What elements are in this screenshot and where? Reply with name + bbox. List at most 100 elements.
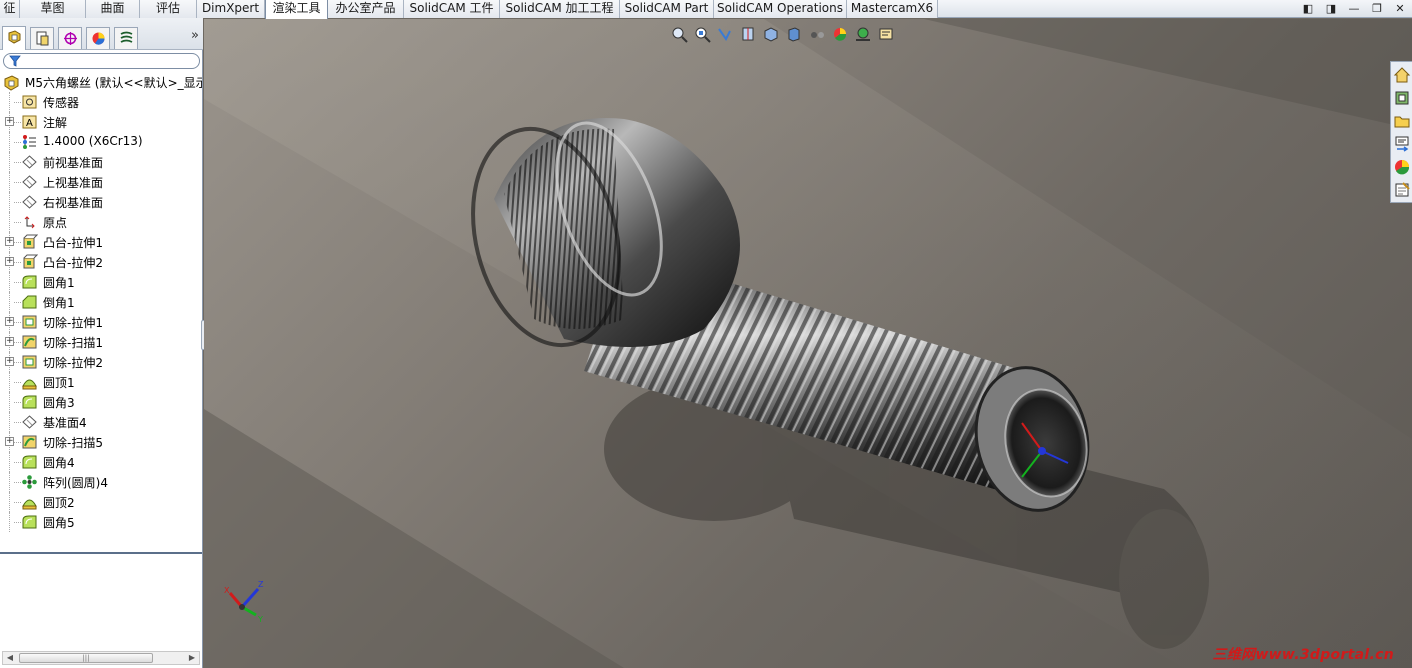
- tab-dimxpert[interactable]: DimXpert: [197, 0, 265, 18]
- tree-item-13[interactable]: + 切除-扫描1: [0, 332, 202, 352]
- display-style-icon[interactable]: [785, 25, 804, 43]
- tree-item-3[interactable]: 1.4000 (X6Cr13): [0, 132, 202, 152]
- tree-item-12[interactable]: + 切除-拉伸1: [0, 312, 202, 332]
- screw-3d-model: [204, 19, 1412, 668]
- tree-connector-branch: [14, 142, 21, 143]
- tree-item-21[interactable]: 圆顶2: [0, 492, 202, 512]
- tree-item-18[interactable]: + 切除-扫描5: [0, 432, 202, 452]
- tree-connector-branch: [14, 482, 21, 483]
- custom-properties-icon[interactable]: [1393, 181, 1411, 199]
- tree-connector-branch: [14, 322, 21, 323]
- zoom-to-fit-icon[interactable]: [670, 25, 689, 43]
- property-manager-tab[interactable]: [30, 27, 54, 49]
- tree-item-11[interactable]: 倒角1: [0, 292, 202, 312]
- tree-item-15[interactable]: 圆顶1: [0, 372, 202, 392]
- expand-toggle-icon[interactable]: +: [5, 337, 14, 346]
- home-icon[interactable]: [1393, 66, 1411, 84]
- scroll-left-icon[interactable]: ◀: [3, 652, 17, 664]
- tree-item-label: 切除-扫描5: [43, 436, 103, 450]
- tree-item-19[interactable]: 圆角4: [0, 452, 202, 472]
- tab-solidcam-stock[interactable]: SolidCAM 工件: [404, 0, 500, 18]
- tree-item-4[interactable]: 前视基准面: [0, 152, 202, 172]
- tab-features[interactable]: 征: [0, 0, 20, 18]
- tree-item-5[interactable]: 上视基准面: [0, 172, 202, 192]
- plane-icon: [22, 415, 37, 429]
- svg-text:A: A: [26, 118, 33, 129]
- expand-toggle-icon[interactable]: +: [5, 437, 14, 446]
- tile-right-icon[interactable]: ◨: [1323, 2, 1339, 16]
- feature-manager-panel: » M5六角螺丝 (默认<<默认>_显示 传感器 + A 注解 1.4000 (X6Cr…: [0, 18, 203, 668]
- restore-icon[interactable]: ❐: [1369, 2, 1385, 16]
- previous-view-icon[interactable]: [716, 25, 735, 43]
- tree-item-label: 圆角5: [43, 516, 75, 530]
- tab-office-products[interactable]: 办公室产品: [328, 0, 404, 18]
- view-orientation-icon[interactable]: [762, 25, 781, 43]
- more-tabs-icon[interactable]: »: [191, 28, 199, 43]
- view-settings-icon[interactable]: [877, 25, 896, 43]
- tree-item-2[interactable]: + A 注解: [0, 112, 202, 132]
- panel-horizontal-scrollbar[interactable]: ◀ ||| ▶: [2, 651, 200, 665]
- tree-connector-branch: [14, 262, 21, 263]
- apply-scene-icon[interactable]: [854, 25, 873, 43]
- display-manager-tab[interactable]: [86, 27, 110, 49]
- expand-toggle-icon[interactable]: +: [5, 357, 14, 366]
- minimize-icon[interactable]: —: [1346, 2, 1362, 16]
- expand-toggle-icon[interactable]: +: [5, 117, 14, 126]
- tree-filter-input[interactable]: [3, 53, 200, 69]
- section-view-icon[interactable]: [739, 25, 758, 43]
- tree-root-label: M5六角螺丝 (默认<<默认>_显示: [25, 76, 202, 90]
- tree-item-20[interactable]: 阵列(圆周)4: [0, 472, 202, 492]
- dome-icon: [22, 499, 37, 510]
- tab-surfaces[interactable]: 曲面: [86, 0, 140, 18]
- tree-item-label: 阵列(圆周)4: [43, 476, 108, 490]
- file-explorer-icon[interactable]: [1393, 112, 1411, 130]
- tab-render-tools[interactable]: 渲染工具: [265, 0, 328, 19]
- triad-z-label: Z: [258, 580, 264, 589]
- graphics-viewport[interactable]: X Z Y 三维网www.3dportal.cn: [204, 19, 1412, 668]
- tree-item-10[interactable]: 圆角1: [0, 272, 202, 292]
- dimxpert-manager-tab[interactable]: [114, 27, 138, 49]
- tab-solidcam-machining[interactable]: SolidCAM 加工工程: [500, 0, 620, 18]
- hide-show-icon[interactable]: [808, 25, 827, 43]
- tree-item-label: 原点: [43, 216, 68, 230]
- expand-toggle-icon[interactable]: +: [5, 317, 14, 326]
- edit-appearance-icon[interactable]: [831, 25, 850, 43]
- tile-left-icon[interactable]: ◧: [1300, 2, 1316, 16]
- tree-item-22[interactable]: 圆角5: [0, 512, 202, 532]
- close-icon[interactable]: ✕: [1392, 2, 1408, 16]
- tab-solidcam-part[interactable]: SolidCAM Part: [620, 0, 714, 18]
- design-library-icon[interactable]: [1393, 89, 1411, 107]
- tree-item-7[interactable]: 原点: [0, 212, 202, 232]
- expand-toggle-icon[interactable]: +: [5, 257, 14, 266]
- scroll-thumb[interactable]: |||: [19, 653, 153, 663]
- tab-mastercamx6[interactable]: MastercamX6: [847, 0, 938, 18]
- tab-evaluate[interactable]: 评估: [140, 0, 197, 18]
- tree-connector-branch: [14, 162, 21, 163]
- expand-toggle-icon[interactable]: +: [5, 237, 14, 246]
- tree-item-16[interactable]: 圆角3: [0, 392, 202, 412]
- tree-item-1[interactable]: 传感器: [0, 92, 202, 112]
- tree-root-part[interactable]: M5六角螺丝 (默认<<默认>_显示: [2, 72, 202, 92]
- feature-manager-tab[interactable]: [2, 26, 26, 50]
- tree-connector-branch: [14, 102, 21, 103]
- tab-solidcam-operations[interactable]: SolidCAM Operations: [714, 0, 847, 18]
- appearances-icon[interactable]: [1393, 158, 1411, 176]
- view-palette-icon[interactable]: [1393, 135, 1411, 153]
- tree-item-6[interactable]: 右视基准面: [0, 192, 202, 212]
- tree-end-bar: [0, 552, 202, 554]
- zoom-area-icon[interactable]: [693, 25, 712, 43]
- tree-connector-branch: [14, 242, 21, 243]
- view-triad: X Z Y: [224, 580, 264, 624]
- tab-sketch[interactable]: 草图: [20, 0, 86, 18]
- configuration-manager-tab[interactable]: [58, 27, 82, 49]
- annotation-icon: A: [22, 115, 37, 129]
- tree-item-9[interactable]: + 凸台-拉伸2: [0, 252, 202, 272]
- tree-item-14[interactable]: + 切除-拉伸2: [0, 352, 202, 372]
- origin-icon: [24, 216, 35, 229]
- tree-item-8[interactable]: + 凸台-拉伸1: [0, 232, 202, 252]
- heads-up-view-toolbar: [670, 25, 896, 45]
- fillet-icon: [22, 395, 37, 409]
- tree-item-17[interactable]: 基准面4: [0, 412, 202, 432]
- scroll-right-icon[interactable]: ▶: [185, 652, 199, 664]
- triad-x-label: X: [224, 586, 230, 595]
